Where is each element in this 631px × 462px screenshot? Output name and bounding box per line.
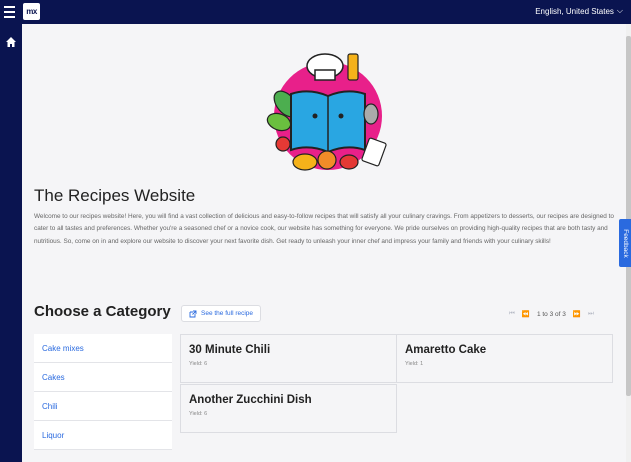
recipe-card[interactable]: Amaretto Cake Yield: 1 [396, 334, 613, 383]
recipe-name: Amaretto Cake [405, 344, 487, 356]
recipe-card[interactable]: Another Zucchini Dish Yield: 6 [180, 384, 397, 433]
language-selector[interactable]: English, United States ⌵ [535, 6, 623, 16]
recipe-name: 30 Minute Chili [189, 344, 271, 356]
recipe-book-illustration [266, 53, 387, 171]
category-item-chili[interactable]: Chili [34, 392, 172, 421]
category-list: Cake mixes Cakes Chili Liquor [34, 334, 172, 450]
intro-text: Welcome to our recipes website! Here, yo… [34, 213, 614, 245]
page-title: The Recipes Website [34, 186, 196, 205]
category-item-cakes[interactable]: Cakes [34, 363, 172, 392]
language-label: English, United States [535, 6, 614, 16]
feedback-label: Feedback [621, 228, 629, 258]
hamburger-menu-icon[interactable] [4, 5, 15, 19]
app-logo[interactable]: mx [23, 3, 40, 20]
category-heading: Choose a Category [34, 303, 171, 320]
recipe-name: Another Zucchini Dish [189, 394, 312, 406]
main-content: The Recipes Website Welcome to our recip… [22, 24, 626, 462]
home-icon[interactable] [5, 36, 17, 48]
pagination: ⏮ ⏪ 1 to 3 of 3 ⏩ ⏭ [509, 310, 594, 318]
recipe-yield: Yield: 1 [405, 361, 424, 367]
scrollbar-thumb[interactable] [626, 36, 631, 396]
next-page-icon[interactable]: ⏩ [573, 310, 581, 318]
category-item-liquor[interactable]: Liquor [34, 421, 172, 450]
sidebar [0, 24, 22, 462]
recipe-card[interactable]: 30 Minute Chili Yield: 6 [180, 334, 397, 383]
chevron-down-icon: ⌵ [616, 6, 623, 15]
category-item-cake-mixes[interactable]: Cake mixes [34, 334, 172, 363]
pagination-status: 1 to 3 of 3 [536, 310, 566, 318]
external-link-icon [189, 310, 197, 317]
first-page-icon[interactable]: ⏮ [509, 310, 515, 318]
recipe-yield: Yield: 6 [189, 411, 208, 417]
top-bar: mx English, United States ⌵ [0, 0, 631, 24]
see-full-recipe-button[interactable]: See the full recipe [181, 305, 262, 322]
recipe-yield: Yield: 6 [189, 361, 208, 367]
last-page-icon[interactable]: ⏭ [588, 310, 594, 318]
see-full-recipe-label: See the full recipe [201, 310, 254, 317]
previous-page-icon[interactable]: ⏪ [522, 310, 530, 318]
feedback-tab[interactable]: Feedback [619, 219, 631, 267]
